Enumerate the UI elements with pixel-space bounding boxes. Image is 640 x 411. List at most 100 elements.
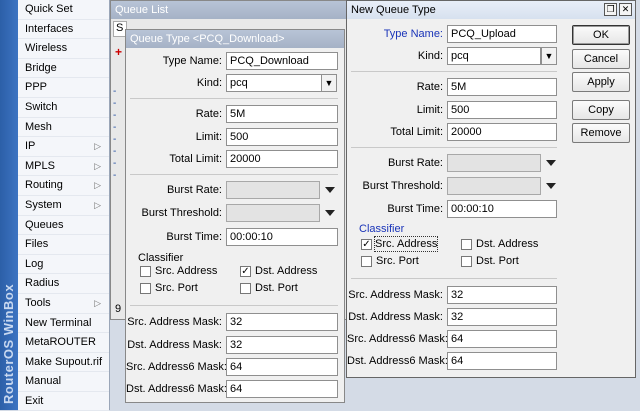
burst-rate-field[interactable] (226, 181, 320, 199)
src-address6-mask-field[interactable]: 64 (447, 330, 557, 348)
dropdown-arrow-icon[interactable]: ▼ (321, 74, 337, 92)
dst-address6-mask-field[interactable]: 64 (447, 352, 557, 370)
kind-select[interactable]: pcq (226, 74, 322, 92)
dropdown-arrow-icon[interactable] (325, 210, 335, 216)
menu-item-mesh[interactable]: Mesh (18, 118, 109, 138)
menu-item-radius[interactable]: Radius (18, 274, 109, 294)
list-item[interactable]: - (113, 146, 125, 158)
menu-item-manual[interactable]: Manual (18, 372, 109, 392)
menu-item-quick-set[interactable]: Quick Set (18, 0, 109, 20)
queue-list-titlebar[interactable]: Queue List (111, 1, 374, 19)
list-item[interactable]: - (113, 170, 125, 182)
menu-item-label: Wireless (25, 42, 68, 55)
menu-item-metarouter[interactable]: MetaROUTER (18, 333, 109, 353)
menu-item-mpls[interactable]: MPLS ▷ (18, 157, 109, 177)
src-port-checkbox[interactable] (361, 256, 372, 267)
add-icon[interactable]: + (115, 46, 125, 58)
close-icon[interactable]: ✕ (619, 3, 632, 16)
queue-list-rows: - - - - - - - - (113, 86, 125, 206)
brand-text: RouterOS WinBox (1, 283, 16, 404)
menu-item-tools[interactable]: Tools ▷ (18, 294, 109, 314)
dropdown-arrow-icon[interactable]: ▼ (541, 47, 557, 65)
menu-item-system[interactable]: System ▷ (18, 196, 109, 216)
dst-port-checkbox[interactable] (461, 256, 472, 267)
dropdown-arrow-icon[interactable] (325, 187, 335, 193)
burst-time-field[interactable]: 00:00:10 (447, 200, 557, 218)
download-titlebar[interactable]: Queue Type <PCQ_Download> (126, 30, 344, 48)
menu-item-new-terminal[interactable]: New Terminal (18, 314, 109, 334)
copy-button[interactable]: Copy (572, 100, 630, 120)
menu-item-switch[interactable]: Switch (18, 98, 109, 118)
dst-address-checkbox[interactable]: ✓ (240, 266, 251, 277)
src-address-mask-field[interactable]: 32 (447, 286, 557, 304)
dst-address-checkbox[interactable] (461, 239, 472, 250)
menu-item-ip[interactable]: IP ▷ (18, 137, 109, 157)
dropdown-arrow-icon[interactable] (546, 183, 556, 189)
menu-item-label: Manual (25, 375, 62, 388)
dst-address6-mask-field[interactable]: 64 (226, 380, 338, 398)
apply-button[interactable]: Apply (572, 72, 630, 92)
list-item[interactable]: - (113, 86, 125, 98)
limit-field[interactable]: 500 (226, 128, 338, 146)
menu-item-wireless[interactable]: Wireless (18, 39, 109, 59)
src-port-checkbox[interactable] (140, 283, 151, 294)
burst-rate-field[interactable] (447, 154, 541, 172)
upload-titlebar[interactable]: New Queue Type ❐ ✕ (347, 1, 635, 19)
src-address-checkbox[interactable] (140, 266, 151, 277)
list-item[interactable]: - (113, 122, 125, 134)
dst-address-mask-field[interactable]: 32 (226, 336, 338, 354)
menu-item-files[interactable]: Files (18, 235, 109, 255)
total-limit-field[interactable]: 20000 (447, 123, 557, 141)
kind-select[interactable]: pcq (447, 47, 541, 65)
type-name-field[interactable]: PCQ_Download (226, 52, 338, 70)
menu-item-queues[interactable]: Queues (18, 216, 109, 236)
ok-button[interactable]: OK (572, 25, 630, 45)
list-item[interactable]: - (113, 98, 125, 110)
menu-item-bridge[interactable]: Bridge (18, 59, 109, 79)
menu-item-ppp[interactable]: PPP (18, 78, 109, 98)
cancel-button[interactable]: Cancel (572, 49, 630, 69)
menu-item-label: Make Supout.rif (25, 355, 103, 368)
type-name-label: Type Name: (162, 55, 222, 67)
queue-list-tab-label: S (116, 22, 124, 34)
list-item[interactable]: - (113, 110, 125, 122)
burst-threshold-label: Burst Threshold: (362, 180, 443, 192)
menu-item-label: Queues (25, 218, 64, 231)
burst-rate-label: Burst Rate: (387, 157, 443, 169)
dropdown-arrow-icon[interactable] (546, 160, 556, 166)
menu-item-exit[interactable]: Exit (18, 392, 109, 411)
remove-button[interactable]: Remove (572, 123, 630, 143)
menu-item-routing[interactable]: Routing ▷ (18, 176, 109, 196)
dst-address-mask-field[interactable]: 32 (447, 308, 557, 326)
menu-item-make-supout-rif[interactable]: Make Supout.rif (18, 353, 109, 373)
list-item[interactable]: - (113, 134, 125, 146)
src-address6-mask-field[interactable]: 64 (226, 358, 338, 376)
dst-port-label: Dst. Port (255, 282, 298, 294)
total-limit-label: Total Limit: (169, 153, 222, 165)
burst-time-label: Burst Time: (166, 231, 222, 243)
burst-threshold-field[interactable] (447, 177, 541, 195)
burst-time-field[interactable]: 00:00:10 (226, 228, 338, 246)
rate-label: Rate: (195, 108, 222, 120)
menu-item-label: PPP (25, 81, 48, 94)
menu-item-label: Quick Set (25, 3, 73, 15)
chevron-right-icon: ▷ (94, 199, 101, 210)
dst-port-checkbox[interactable] (240, 283, 251, 294)
rate-field[interactable]: 5M (226, 105, 338, 123)
dst-address-mask-label: Dst. Address Mask: (127, 339, 222, 351)
src-address-mask-field[interactable]: 32 (226, 313, 338, 331)
menu-item-label: IP (25, 140, 36, 153)
menu-item-log[interactable]: Log (18, 255, 109, 275)
restore-icon[interactable]: ❐ (604, 3, 617, 16)
dst-address-label: Dst. Address (255, 265, 318, 277)
queue-list-title: Queue List (115, 4, 169, 16)
type-name-field[interactable]: PCQ_Upload (447, 25, 557, 43)
src-address-checkbox[interactable]: ✓ (361, 239, 372, 250)
limit-field[interactable]: 500 (447, 101, 557, 119)
menu-item-interfaces[interactable]: Interfaces (18, 20, 109, 40)
menu-item-label: Bridge (25, 61, 57, 74)
total-limit-field[interactable]: 20000 (226, 150, 338, 168)
rate-field[interactable]: 5M (447, 78, 557, 96)
burst-threshold-field[interactable] (226, 204, 320, 222)
list-item[interactable]: - (113, 158, 125, 170)
